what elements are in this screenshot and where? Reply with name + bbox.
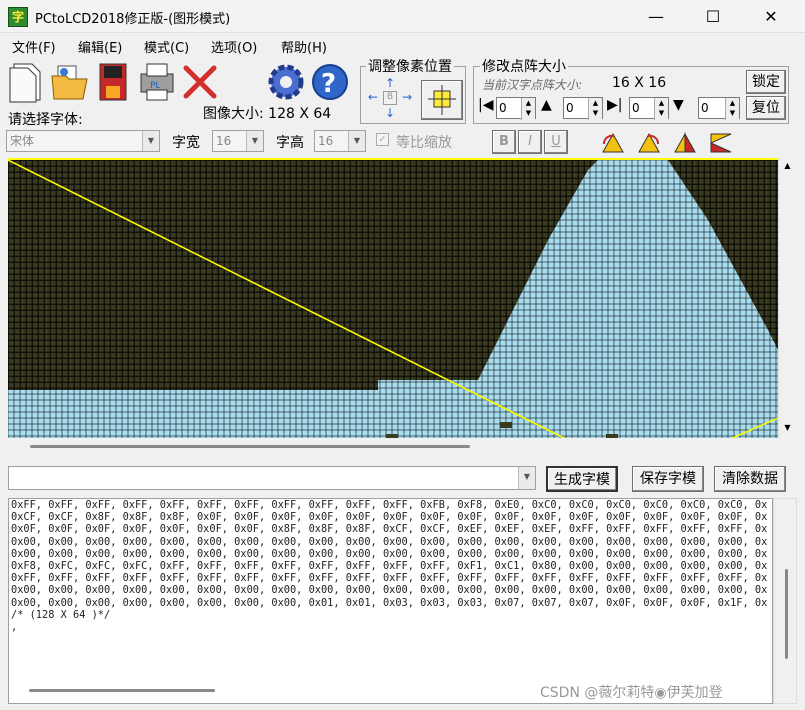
font-select-value: 宋体 [10, 134, 35, 148]
pixel-image [8, 160, 778, 438]
pixel-canvas[interactable] [8, 158, 778, 438]
open-folder-icon[interactable] [50, 60, 88, 102]
scroll-down-icon[interactable]: ▼ [779, 420, 796, 436]
output-combo[interactable]: ▼ [8, 466, 536, 490]
shrink-top-icon[interactable]: ▲ [541, 97, 563, 119]
char-width-label: 字宽 [172, 135, 200, 151]
char-height-label: 字高 [276, 135, 304, 151]
italic-button[interactable]: I [518, 130, 542, 154]
flip-vertical-icon[interactable] [708, 130, 734, 156]
gear-icon[interactable] [266, 60, 304, 102]
matrix-size-title: 修改点阵大小 [480, 56, 568, 76]
print-icon[interactable]: PL [137, 60, 175, 102]
code-line: 0x00, 0x00, 0x00, 0x00, 0x00, 0x00, 0x00… [11, 584, 768, 597]
char-width-select[interactable]: 16 ▼ [212, 130, 264, 152]
save-font-button[interactable]: 保存字模 [632, 466, 704, 492]
canvas-horizontal-scrollbar[interactable] [8, 438, 778, 454]
code-output[interactable]: 0xFF, 0xFF, 0xFF, 0xFF, 0xFF, 0xFF, 0xFF… [8, 498, 773, 704]
menu-mode[interactable]: 模式(C) [144, 37, 189, 56]
up-arrow-icon[interactable]: ↑ [382, 76, 398, 90]
scroll-up-icon[interactable]: ▲ [779, 158, 796, 174]
flip-horizontal-icon[interactable] [672, 130, 698, 156]
watermark: CSDN @薇尔莉特◉伊芙加登 [540, 685, 723, 701]
bottom-spin-value: 0 [701, 101, 709, 115]
menu-help[interactable]: 帮助(H) [281, 37, 327, 56]
font-select[interactable]: 宋体 ▼ [6, 130, 160, 152]
menu-edit[interactable]: 编辑(E) [78, 37, 122, 56]
adjust-position-title: 调整像素位置 [366, 56, 454, 76]
left-arrow-icon[interactable]: ← [364, 90, 382, 106]
lock-button[interactable]: 锁定 [746, 70, 786, 94]
proportional-label: 等比缩放 [396, 135, 452, 151]
top-spin-value: 0 [566, 101, 574, 115]
shrink-right-icon[interactable]: ▶| [607, 97, 627, 119]
window-title: PCtoLCD2018修正版-(图形模式) [35, 12, 231, 27]
top-spin[interactable]: 0 ▲ ▼ [563, 97, 603, 120]
code-line: 0xFF, 0xFF, 0xFF, 0xFF, 0xFF, 0xFF, 0xFF… [11, 499, 768, 511]
code-vscroll-thumb[interactable] [785, 569, 788, 659]
chevron-down-icon: ▼ [246, 131, 263, 151]
left-spin[interactable]: 0 ▲ ▼ [496, 97, 536, 120]
code-line: 0x00, 0x00, 0x00, 0x00, 0x00, 0x00, 0x00… [11, 596, 768, 609]
chevron-down-icon: ▼ [348, 131, 365, 151]
right-spin-value: 0 [632, 101, 640, 115]
code-line: 0x00, 0x00, 0x00, 0x00, 0x00, 0x00, 0x00… [11, 535, 768, 548]
reset-button[interactable]: 复位 [746, 96, 786, 120]
image-size-label: 图像大小: 128 X 64 [203, 106, 332, 122]
code-line: 0xFF, 0xFF, 0xFF, 0xFF, 0xFF, 0xFF, 0xFF… [11, 572, 768, 585]
code-hscroll-thumb[interactable] [29, 689, 215, 692]
code-line: 0xCF, 0xCF, 0x8F, 0x8F, 0x8F, 0x0F, 0x0F… [11, 511, 768, 524]
help-icon[interactable]: ? [310, 60, 348, 102]
char-width-value: 16 [216, 134, 232, 148]
generate-button[interactable]: 生成字模 [546, 466, 618, 492]
direction-pad: ↑ ← B → ↓ [362, 76, 420, 122]
shrink-bottom-icon[interactable]: ▼ [673, 97, 695, 119]
center-pixel-button[interactable] [421, 80, 463, 120]
app-icon: 字 [8, 7, 28, 27]
code-line: , [11, 621, 18, 634]
code-line: 0x00, 0x00, 0x00, 0x00, 0x00, 0x00, 0x00… [11, 547, 768, 560]
delete-x-icon[interactable] [182, 64, 220, 106]
right-spin[interactable]: 0 ▲ ▼ [629, 97, 669, 120]
code-vertical-scrollbar[interactable] [773, 498, 797, 704]
canvas-vertical-scrollbar[interactable]: ▲ ▼ [778, 158, 796, 438]
code-line: 0x0F, 0x0F, 0x0F, 0x0F, 0x0F, 0x0F, 0x0F… [11, 523, 768, 536]
right-arrow-icon[interactable]: → [398, 90, 416, 106]
scroll-thumb[interactable] [30, 445, 470, 448]
bold-button[interactable]: B [492, 130, 516, 154]
chevron-down-icon: ▼ [518, 467, 535, 489]
svg-text:PL: PL [150, 81, 160, 91]
font-label: 请选择字体: [8, 112, 83, 128]
underline-button[interactable]: U [544, 130, 568, 154]
code-line: /* (128 X 64 )*/ [11, 608, 111, 621]
left-spin-value: 0 [499, 101, 507, 115]
proportional-checkbox[interactable]: ✓ [376, 133, 389, 146]
title-bar[interactable]: 字 PCtoLCD2018修正版-(图形模式) — ☐ ✕ [0, 0, 805, 33]
code-line: 0xF8, 0xFC, 0xFC, 0xFC, 0xFF, 0xFF, 0xFF… [11, 560, 768, 573]
current-matrix-value: 16 X 16 [612, 75, 667, 91]
chevron-down-icon: ▼ [142, 131, 159, 151]
minimize-button[interactable]: — [633, 0, 679, 33]
maximize-button[interactable]: ☐ [690, 0, 736, 33]
down-arrow-icon[interactable]: ↓ [382, 106, 398, 120]
rotate-right-icon[interactable] [636, 130, 662, 156]
svg-text:?: ? [321, 69, 336, 99]
bottom-spin[interactable]: 0 ▲ ▼ [698, 97, 740, 120]
save-disk-icon[interactable] [96, 60, 134, 102]
close-button[interactable]: ✕ [748, 0, 794, 33]
shrink-left-icon[interactable]: |◀ [478, 97, 496, 119]
clear-data-button[interactable]: 清除数据 [714, 466, 786, 492]
menu-options[interactable]: 选项(O) [211, 37, 257, 56]
menu-file[interactable]: 文件(F) [12, 37, 56, 56]
char-height-select[interactable]: 16 ▼ [314, 130, 366, 152]
char-height-value: 16 [318, 134, 334, 148]
menu-bar: 文件(F) 编辑(E) 模式(C) 选项(O) 帮助(H) [0, 34, 805, 56]
current-matrix-label: 当前汉字点阵大小: [482, 78, 583, 92]
new-file-icon[interactable] [8, 60, 46, 103]
center-button[interactable]: B [383, 91, 397, 105]
dark-pixel [500, 422, 512, 428]
rotate-left-icon[interactable] [600, 130, 626, 156]
crosshair-icon [428, 85, 456, 115]
